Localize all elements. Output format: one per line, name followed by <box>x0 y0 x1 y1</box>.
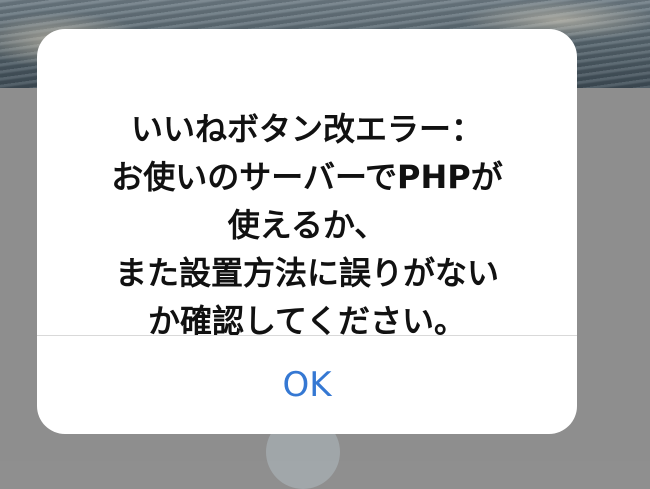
alert-message-line: お使いのサーバーでPHPが <box>111 158 503 196</box>
alert-message-line: いいねボタン改エラー： <box>130 110 483 148</box>
ok-button[interactable]: OK <box>37 336 577 434</box>
alert-message: いいねボタン改エラー： お使いのサーバーでPHPが 使えるか、 また設置方法に誤… <box>37 105 577 345</box>
alert-message-line: 使えるか、 <box>227 206 387 244</box>
alert-dialog: いいねボタン改エラー： お使いのサーバーでPHPが 使えるか、 また設置方法に誤… <box>37 29 577 434</box>
alert-message-line: また設置方法に誤りがない <box>114 254 499 292</box>
